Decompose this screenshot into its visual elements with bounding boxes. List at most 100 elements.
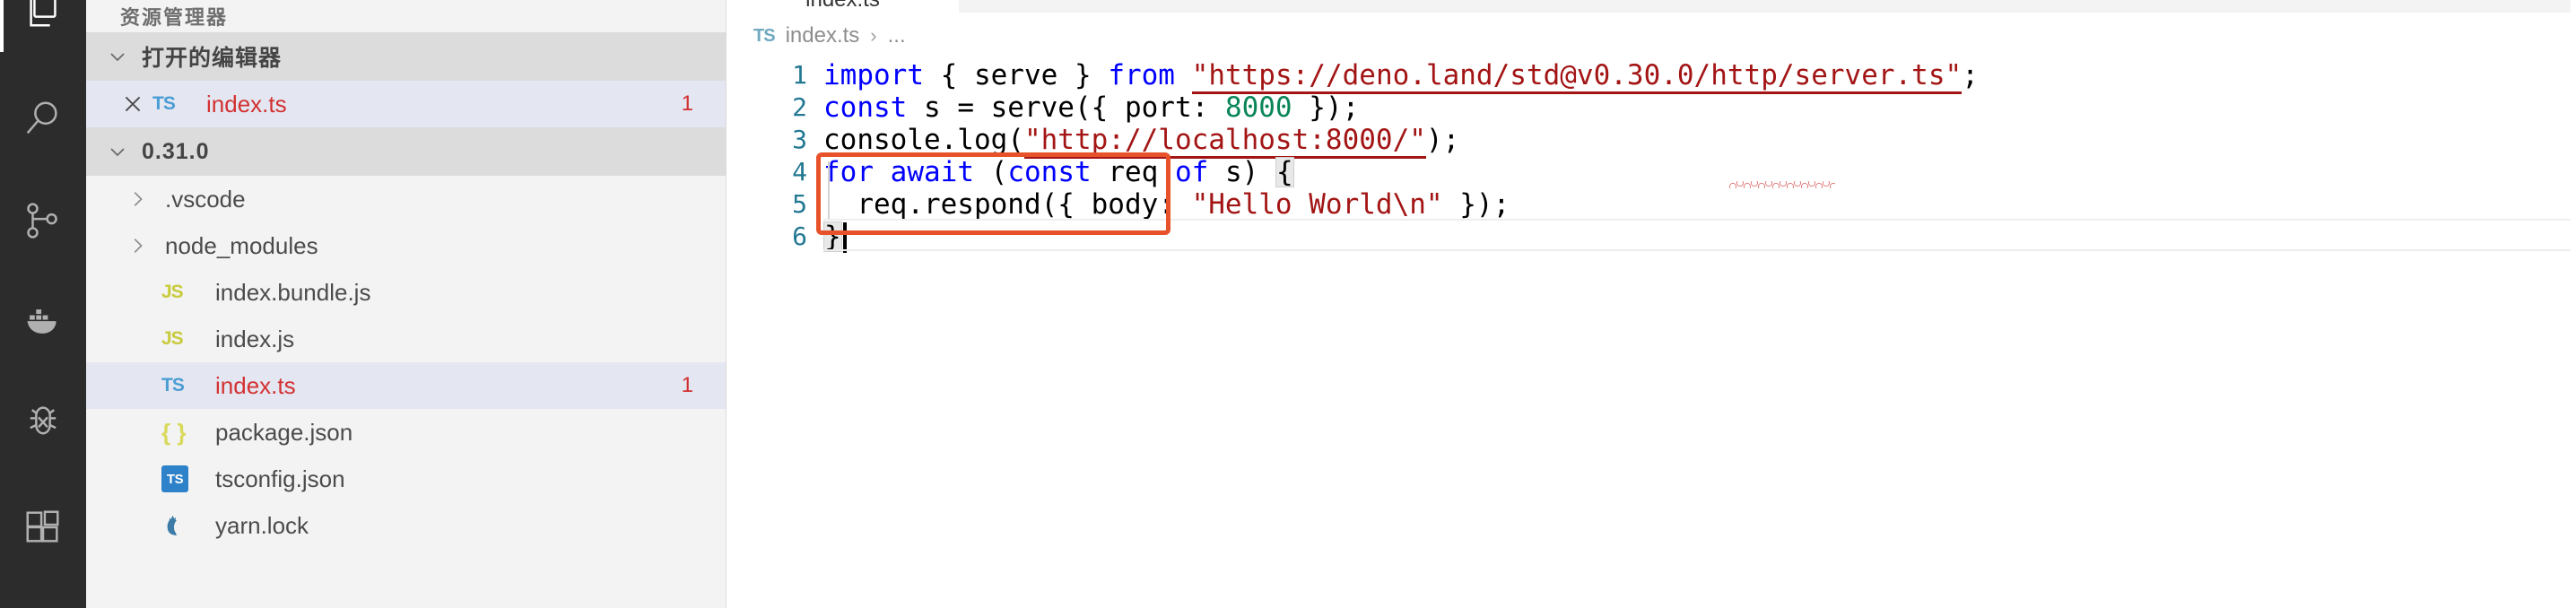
json-file-icon: { } xyxy=(161,419,212,447)
chevron-down-icon xyxy=(106,141,129,162)
token-string-quote: " xyxy=(1191,59,1209,94)
token-keyword: import xyxy=(823,59,924,91)
error-count-badge: 1 xyxy=(681,91,693,116)
tree-item-yarn-lock[interactable]: yarn.lock xyxy=(86,502,726,549)
line-number: 2 xyxy=(792,92,807,122)
code-line-content: console.log("http://localhost:8000/"); xyxy=(823,124,1460,159)
tree-item-label: index.ts xyxy=(215,371,296,399)
chevron-down-icon xyxy=(106,46,129,67)
tree-item-label: .vscode xyxy=(165,185,246,213)
token-keyword: const xyxy=(823,91,908,124)
line-number: 4 xyxy=(792,157,807,187)
tsconfig-file-icon: TS xyxy=(161,465,212,492)
activity-item-run-and-debug[interactable] xyxy=(0,382,86,468)
token-keyword: of xyxy=(1174,156,1209,188)
token-string-url[interactable]: "http://localhost:8000/" xyxy=(1023,124,1426,159)
line-number: 1 xyxy=(792,60,807,90)
ts-file-icon: TS xyxy=(152,93,203,115)
line-number: 3 xyxy=(792,125,807,154)
line-number: 5 xyxy=(792,189,807,219)
indent-guide xyxy=(828,161,830,219)
tree-item-index-bundle-js[interactable]: JS index.bundle.js xyxy=(86,269,726,316)
token-string: "Hello World\n" xyxy=(1191,188,1443,221)
search-icon xyxy=(22,98,64,139)
section-open-editors-label: 打开的编辑器 xyxy=(142,46,283,71)
token-string-quote: " xyxy=(1945,59,1962,94)
tree-item-label: index.js xyxy=(215,325,295,352)
explorer-sidebar: 资源管理器 打开的编辑器 TS index.ts 1 0.31.0 .vscod… xyxy=(86,0,727,608)
activity-item-search[interactable] xyxy=(0,75,86,161)
tree-item-label: index.bundle.js xyxy=(215,278,371,306)
error-squiggle xyxy=(1729,181,1835,188)
code-line-content: for await (const req of s) { xyxy=(823,156,1294,188)
ts-file-icon: TS xyxy=(161,375,212,396)
ts-file-icon-label: TS xyxy=(161,375,185,395)
code-line-3: 3 console.log("http://localhost:8000/"); xyxy=(727,124,2576,159)
code-line-content: req.respond({ body: "Hello World\n" }); xyxy=(823,188,1510,221)
tree-item-label: node_modules xyxy=(165,231,318,259)
editor-tab-strip: index.ts xyxy=(727,0,2576,13)
tree-item-label: tsconfig.json xyxy=(215,465,345,492)
breadcrumb-more[interactable]: ... xyxy=(888,23,906,48)
docker-icon xyxy=(22,302,64,343)
token-keyword: const xyxy=(1007,156,1092,188)
tsconfig-file-icon-glyph: TS xyxy=(161,465,188,492)
code-line-5: 5 req.respond({ body: "Hello World\n" })… xyxy=(727,188,2576,221)
tree-item-label: package.json xyxy=(215,418,353,446)
close-icon[interactable] xyxy=(113,92,152,116)
activity-item-extensions[interactable] xyxy=(0,484,86,570)
activity-item-source-control[interactable] xyxy=(0,178,86,264)
file-tree: .vscode node_modules JS index.bundle.js … xyxy=(86,176,726,549)
activity-item-docker[interactable] xyxy=(0,280,86,366)
token-keyword: for xyxy=(823,156,874,188)
tree-item-tsconfig-json[interactable]: TS tsconfig.json xyxy=(86,456,726,502)
code-line-content: const s = serve({ port: 8000 }); xyxy=(823,91,1359,124)
token-string-url[interactable]: https://deno.land/std@v0.30.0/http/serve… xyxy=(1208,59,1945,94)
tree-item-vscode[interactable]: .vscode xyxy=(86,176,726,222)
activity-item-explorer[interactable] xyxy=(0,0,86,52)
token-plain: ; xyxy=(1962,59,1979,91)
yarn-cat-icon xyxy=(167,515,177,536)
section-workspace-folder[interactable]: 0.31.0 xyxy=(86,127,726,176)
token-number: 8000 xyxy=(1224,91,1292,124)
token-plain: req xyxy=(1091,156,1175,188)
tab-index-ts[interactable]: index.ts xyxy=(727,0,960,13)
tree-item-package-json[interactable]: { } package.json xyxy=(86,409,726,456)
files-icon xyxy=(22,0,64,30)
code-line-4: 4 for await (const req of s) { xyxy=(727,156,2576,188)
workspace-folder-label: 0.31.0 xyxy=(142,138,210,164)
breadcrumb-file[interactable]: index.ts xyxy=(786,23,860,48)
tree-item-index-ts[interactable]: TS index.ts 1 xyxy=(86,362,726,409)
yarn-file-icon xyxy=(161,512,212,539)
editor-right-edge xyxy=(2571,0,2576,608)
token-keyword: from xyxy=(1108,59,1175,91)
activity-bar xyxy=(0,0,86,608)
token-plain: { xyxy=(923,59,974,91)
token-plain: }); xyxy=(1442,188,1510,221)
chevron-right-icon: › xyxy=(870,24,877,47)
token-plain: req.respond({ body: xyxy=(823,188,1192,221)
source-control-icon xyxy=(22,200,64,241)
token-plain: } xyxy=(1057,59,1109,91)
error-count-badge: 1 xyxy=(681,373,693,397)
vscode-window: 资源管理器 打开的编辑器 TS index.ts 1 0.31.0 .vscod… xyxy=(0,0,2576,608)
section-open-editors[interactable]: 打开的编辑器 xyxy=(86,32,726,81)
extensions-icon xyxy=(22,507,64,548)
token-plain: }); xyxy=(1292,91,1360,124)
chevron-right-icon[interactable] xyxy=(113,236,161,256)
token-plain: console.log( xyxy=(823,124,1024,156)
tree-item-label: yarn.lock xyxy=(215,511,309,539)
sidebar-view-title: 资源管理器 xyxy=(120,6,229,29)
breadcrumb: TS index.ts › ... xyxy=(727,13,2576,59)
open-editor-item-index-ts[interactable]: TS index.ts 1 xyxy=(86,81,726,127)
code-line-content: import { serve } from "https://deno.land… xyxy=(823,59,1979,94)
tree-item-index-js[interactable]: JS index.js xyxy=(86,316,726,362)
token-keyword-await: await xyxy=(890,156,974,188)
token-plain: ); xyxy=(1425,124,1460,156)
code-editor[interactable]: 1 import { serve } from "https://deno.la… xyxy=(727,59,2576,608)
code-line-1: 1 import { serve } from "https://deno.la… xyxy=(727,59,2576,94)
chevron-right-icon[interactable] xyxy=(113,189,161,209)
tree-item-node-modules[interactable]: node_modules xyxy=(86,222,726,269)
